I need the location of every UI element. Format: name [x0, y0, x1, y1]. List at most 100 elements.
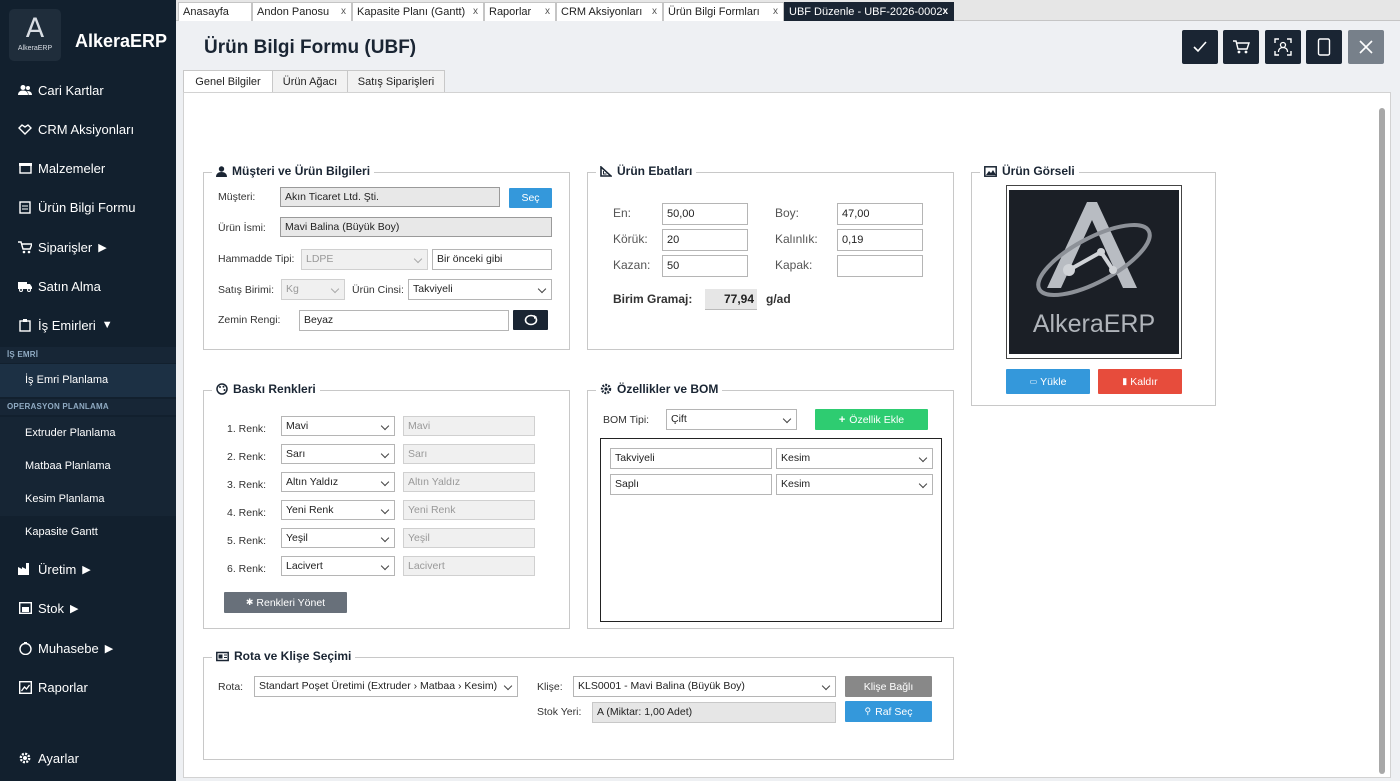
bom-row-1-name[interactable]: Takviyeli [610, 448, 772, 469]
close-tab-icon[interactable]: x [652, 6, 657, 17]
urun-cinsi-select[interactable]: Takviyeli [408, 279, 552, 300]
close-tab-icon[interactable]: x [473, 6, 478, 17]
close-tab-icon[interactable]: x [773, 6, 778, 17]
kapak-field[interactable] [837, 255, 923, 277]
manage-colors-button[interactable]: ✱ Renkleri Yönet [224, 592, 347, 613]
en-field[interactable]: 50,00 [662, 203, 748, 225]
create-order-button[interactable] [1223, 30, 1259, 64]
kapak-label: Kapak: [775, 258, 813, 272]
logo-wordmark: AlkeraERP [1033, 310, 1155, 338]
sidebar-item-malzemeler[interactable]: Malzemeler [0, 153, 176, 183]
preview-button[interactable] [1306, 30, 1342, 64]
page-header: Ürün Bilgi Formu (UBF) [176, 21, 1400, 65]
doc-tab-raporlar[interactable]: Raporlar x [484, 2, 556, 21]
renk-2-label: 2. Renk: [227, 451, 267, 463]
doc-tab-anasayfa[interactable]: Anasayfa [178, 2, 252, 21]
renk-2-name-field[interactable]: Sarı [403, 444, 535, 464]
refresh-icon [524, 314, 537, 326]
renk-1-select[interactable]: Mavi [281, 416, 395, 436]
close-button[interactable] [1348, 30, 1384, 64]
sidebar-item-siparisler[interactable]: Siparişler ▶ [0, 232, 176, 262]
boy-field[interactable]: 47,00 [837, 203, 923, 225]
document-tab-bar: Anasayfa Andon Panosu x Kapasite Planı (G… [176, 0, 1400, 21]
sidebar-item-raporlar[interactable]: Raporlar [0, 672, 176, 702]
koruk-field[interactable]: 20 [662, 229, 748, 251]
upload-image-button[interactable]: ▭ Yükle [1006, 369, 1090, 394]
renk-3-select[interactable]: Altın Yaldız [281, 472, 395, 492]
sidebar-item-ayarlar[interactable]: Ayarlar [0, 743, 176, 773]
zemin-rengi-field[interactable]: Beyaz [299, 310, 509, 331]
renk-4-select[interactable]: Yeni Renk [281, 500, 395, 520]
group-title: Ürün Görseli [980, 164, 1079, 178]
doc-tab-ubf-duzenle[interactable]: UBF Düzenle - UBF-2026-0002 x [784, 2, 954, 21]
sidebar-item-is-emirleri[interactable]: İş Emirleri ▼ [0, 310, 176, 340]
route-icon [216, 651, 229, 662]
renk-3-name-field[interactable]: Altın Yaldız [403, 472, 535, 492]
renk-2-select[interactable]: Sarı [281, 444, 395, 464]
zemin-rengi-refresh-button[interactable] [513, 310, 548, 330]
klise-select[interactable]: KLS0001 - Mavi Balina (Büyük Boy) [573, 676, 836, 697]
sidebar-sub-matbaa-planlama[interactable]: Matbaa Planlama [0, 450, 176, 483]
sidebar-item-muhasebe[interactable]: Muhasebe ▶ [0, 633, 176, 663]
hammadde-note-field[interactable]: Bir önceki gibi [432, 249, 552, 270]
bom-row-2-process-select[interactable]: Kesim [776, 474, 933, 495]
sidebar-sub-is-emri-planlama[interactable]: İş Emri Planlama [0, 364, 176, 397]
sidebar-sub-kesim-planlama[interactable]: Kesim Planlama [0, 483, 176, 516]
renk-5-name-field[interactable]: Yeşil [403, 528, 535, 548]
urun-ismi-field[interactable]: Mavi Balina (Büyük Boy) [280, 217, 552, 237]
alkera-logo-image: AlkeraERP [1033, 202, 1155, 338]
klise-bagli-button[interactable]: Klişe Bağlı [845, 676, 932, 697]
tab-satis-siparisleri[interactable]: Satış Siparişleri [347, 70, 445, 93]
renk-1-name-field[interactable]: Mavi [403, 416, 535, 436]
vertical-scrollbar[interactable] [1379, 108, 1385, 774]
renk-6-name-field[interactable]: Lacivert [403, 556, 535, 576]
kalinlik-field[interactable]: 0,19 [837, 229, 923, 251]
doc-tab-kapasite[interactable]: Kapasite Planı (Gantt) x [352, 2, 484, 21]
add-feature-button[interactable]: + Özellik Ekle [815, 409, 928, 430]
rota-label: Rota: [218, 681, 244, 693]
renk-5-label: 5. Renk: [227, 535, 267, 547]
app-logo: A AlkeraERP [9, 9, 61, 61]
bom-tipi-select[interactable]: Çift [666, 409, 797, 430]
close-icon [1359, 40, 1373, 54]
musteri-label: Müşteri: [218, 191, 256, 203]
sidebar-item-stok[interactable]: Stok ▶ [0, 593, 176, 623]
money-icon [18, 641, 32, 655]
sidebar-item-satin-alma[interactable]: Satın Alma [0, 271, 176, 301]
sidebar-item-cari-kartlar[interactable]: Cari Kartlar [0, 75, 176, 105]
kazan-field[interactable]: 50 [662, 255, 748, 277]
doc-tab-crm[interactable]: CRM Aksiyonları x [556, 2, 663, 21]
renk-6-select[interactable]: Lacivert [281, 556, 395, 576]
bom-row-2-name[interactable]: Saplı [610, 474, 772, 495]
kazan-label: Kazan: [613, 258, 651, 272]
musteri-field[interactable]: Akın Ticaret Ltd. Şti. [280, 187, 500, 207]
renk-5-select[interactable]: Yeşil [281, 528, 395, 548]
select-customer-button[interactable]: Seç [509, 188, 552, 208]
sidebar-sub-kapasite-gantt[interactable]: Kapasite Gantt [0, 516, 176, 549]
tab-urun-agaci[interactable]: Ürün Ağacı [272, 70, 348, 93]
satis-birimi-select[interactable]: Kg [281, 279, 345, 300]
renk-3-label: 3. Renk: [227, 479, 267, 491]
tab-genel-bilgiler[interactable]: Genel Bilgiler [183, 70, 273, 94]
stok-yeri-field: A (Miktar: 1,00 Adet) [592, 702, 836, 723]
save-button[interactable] [1182, 30, 1218, 64]
sidebar-sub-extruder-planlama[interactable]: Extruder Planlama [0, 417, 176, 450]
bom-row-1-process-select[interactable]: Kesim [776, 448, 933, 469]
close-tab-icon[interactable]: x [341, 6, 346, 17]
remove-image-button[interactable]: ▮ Kaldır [1098, 369, 1182, 394]
scan-button[interactable] [1265, 30, 1301, 64]
renk-4-name-field[interactable]: Yeni Renk [403, 500, 535, 520]
raf-sec-button[interactable]: ⚲ Raf Seç [845, 701, 932, 722]
hammadde-select[interactable]: LDPE [301, 249, 428, 270]
sidebar-item-uretim[interactable]: Üretim ▶ [0, 554, 176, 584]
rota-select[interactable]: Standart Poşet Üretimi (Extruder › Matba… [254, 676, 518, 697]
section-operasyon-planlama: OPERASYON PLANLAMA [0, 399, 176, 415]
birim-gramaj-label: Birim Gramaj: [613, 292, 693, 306]
birim-gramaj-value: 77,94 [705, 289, 757, 310]
sidebar-item-urun-bilgi-formu[interactable]: Ürün Bilgi Formu [0, 192, 176, 222]
close-tab-icon[interactable]: x [545, 6, 550, 17]
doc-tab-urun-bilgi-formlari[interactable]: Ürün Bilgi Formları x [663, 2, 784, 21]
sidebar-item-crm[interactable]: CRM Aksiyonları [0, 114, 176, 144]
doc-tab-andon[interactable]: Andon Panosu x [252, 2, 352, 21]
close-tab-icon[interactable]: x [942, 6, 948, 17]
